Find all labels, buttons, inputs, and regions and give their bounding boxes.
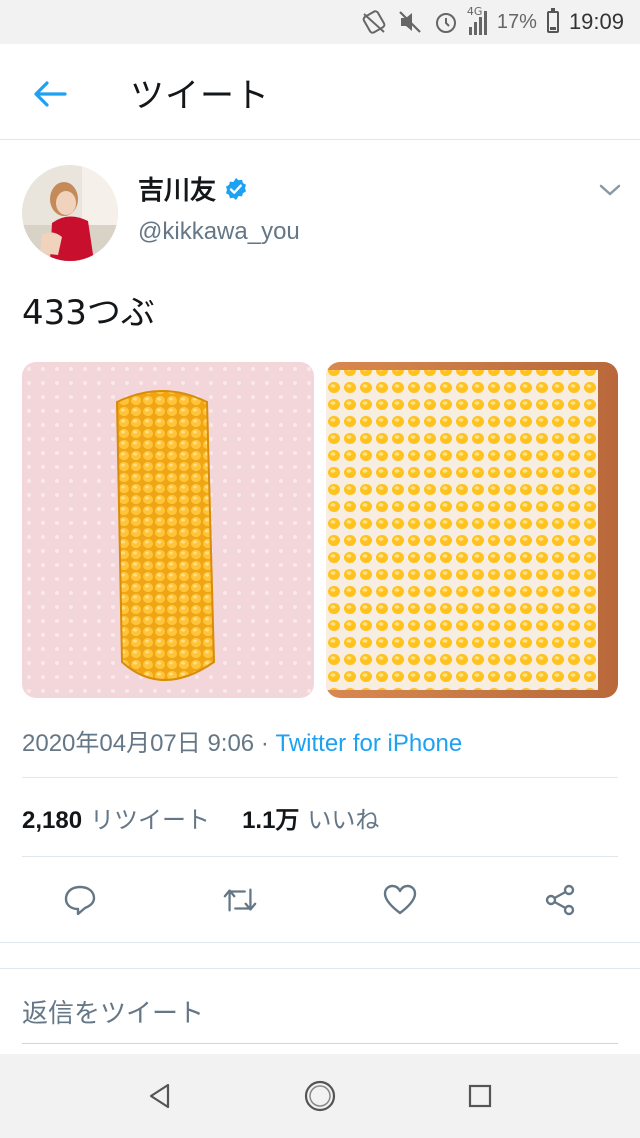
divider — [0, 942, 640, 943]
like-button[interactable] — [382, 882, 418, 918]
avatar[interactable] — [22, 165, 118, 261]
triangle-back-icon — [149, 1083, 170, 1109]
nav-home-button[interactable] — [300, 1076, 340, 1116]
like-count[interactable]: 1.1万 — [242, 800, 299, 835]
battery-icon — [546, 8, 559, 33]
retweet-button[interactable] — [222, 882, 258, 918]
avatar-image — [22, 165, 118, 261]
system-nav-bar — [0, 1054, 640, 1138]
battery-percent: 17% — [496, 10, 537, 33]
status-bar: 4G 17% 19:09 — [0, 0, 640, 44]
tweet-timestamp: 2020年04月07日 9:06 — [22, 730, 255, 757]
page-title: ツイート — [130, 76, 270, 116]
tweet-meta: 2020年04月07日 9:06 · Twitter for iPhone — [22, 723, 462, 758]
network-type: 4G — [466, 5, 483, 18]
reply-button[interactable] — [62, 882, 98, 918]
divider — [22, 856, 618, 857]
author-name-text: 吉川友 — [138, 176, 217, 206]
alarm-icon — [435, 13, 456, 33]
retweet-icon — [223, 888, 257, 912]
tweet-photo-corn-cob[interactable] — [22, 362, 314, 698]
back-button[interactable] — [26, 70, 74, 118]
comment-icon — [64, 885, 96, 916]
nav-recents-button[interactable] — [460, 1076, 500, 1116]
tweet-source-link[interactable]: Twitter for iPhone — [276, 730, 463, 757]
author-handle[interactable]: @kikkawa_you — [138, 218, 300, 246]
reply-input-underline — [22, 1043, 618, 1044]
status-icons: 4G 17% 19:09 — [361, 0, 624, 44]
mute-icon — [399, 11, 421, 33]
network-signal-icon: 4G — [467, 5, 487, 35]
tweet-stats: 2,180 リツイート 1.1万 いいね — [22, 800, 379, 835]
nav-back-button[interactable] — [140, 1076, 180, 1116]
tweet-actions — [0, 868, 640, 932]
square-recents-icon — [468, 1084, 492, 1108]
corn-kernels-grid-image — [326, 362, 618, 698]
verified-badge-icon — [226, 177, 247, 200]
divider — [22, 777, 618, 778]
reply-input[interactable]: 返信をツイート — [22, 993, 204, 1030]
tweet-text: 433つぶ — [22, 293, 155, 333]
app-header: ツイート — [0, 44, 640, 140]
author-name[interactable]: 吉川友 — [138, 170, 248, 207]
reply-bar: 返信をツイート — [0, 968, 640, 1054]
arrow-left-icon — [34, 81, 67, 107]
retweet-count[interactable]: 2,180 — [22, 807, 82, 835]
chevron-down-icon[interactable] — [596, 180, 624, 200]
nfc-icon — [362, 10, 386, 34]
clock: 19:09 — [568, 9, 624, 34]
share-button[interactable] — [542, 882, 578, 918]
meta-separator: · — [254, 730, 276, 757]
corn-cob-image — [22, 362, 314, 698]
tweet-photo-corn-kernels[interactable] — [326, 362, 618, 698]
share-icon — [545, 884, 575, 916]
heart-icon — [383, 884, 417, 915]
circle-home-icon — [304, 1080, 336, 1112]
retweet-label[interactable]: リツイート — [90, 800, 210, 835]
like-label[interactable]: いいね — [307, 800, 379, 835]
